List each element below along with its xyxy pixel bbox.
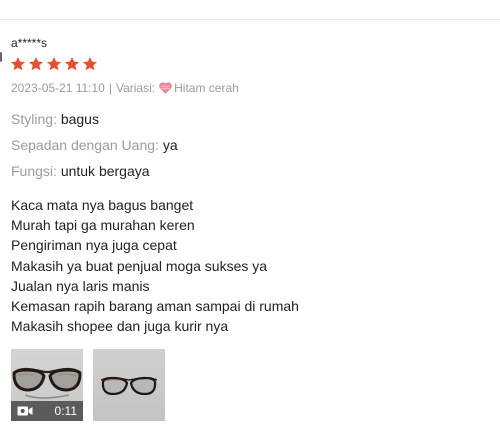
attribute-function: Fungsi: untuk bergaya [11,163,150,179]
review-line: Kemasan rapih barang aman sampai di ruma… [11,298,299,315]
video-overlay: 0:11 [11,401,83,421]
review-line: Murah tapi ga murahan keren [11,217,195,234]
review-video-thumbnail[interactable]: 0:11 [11,349,83,421]
attribute-value: ya [162,137,178,153]
scroll-indicator [0,52,2,62]
attribute-styling: Styling: bagus [11,111,99,127]
attribute-label: Styling: [11,111,57,127]
meta-separator: | [108,81,112,95]
heart-icon [159,82,172,94]
star-icon [47,57,61,71]
star-icon [83,57,97,71]
reviewer-username: a*****s [11,36,48,50]
top-divider [0,19,500,20]
attribute-value-for-money: Sepadan dengan Uang: ya [11,137,178,153]
review-text: Kaca mata nya bagus banget Murah tapi ga… [11,195,299,336]
review-meta: 2023-05-21 11:10 | Variasi: Hitam cerah [11,81,239,95]
video-duration: 0:11 [54,404,77,418]
review-line: Makasih shopee dan juga kurir nya [11,318,229,335]
star-icon [29,57,43,71]
review-line: Makasih ya buat penjual moga sukses ya [11,257,268,274]
video-camera-icon [17,406,33,416]
review-line: Kaca mata nya bagus banget [11,197,194,213]
attribute-value: untuk bergaya [60,163,150,179]
attribute-label: Fungsi: [11,163,57,179]
star-icon [11,57,25,71]
review-date: 2023-05-21 11:10 [11,81,105,95]
review-image-thumbnail[interactable] [93,349,165,421]
star-icon [65,57,79,71]
review-line: Pengiriman nya juga cepat [11,237,177,254]
variation-label: Variasi: [115,81,156,95]
attribute-value: bagus [60,111,99,127]
attribute-label: Sepadan dengan Uang: [11,137,159,153]
variation-value: Hitam cerah [174,81,239,95]
review-line: Jualan nya laris manis [11,277,150,294]
glasses-photo [100,376,158,396]
star-rating [10,56,98,72]
